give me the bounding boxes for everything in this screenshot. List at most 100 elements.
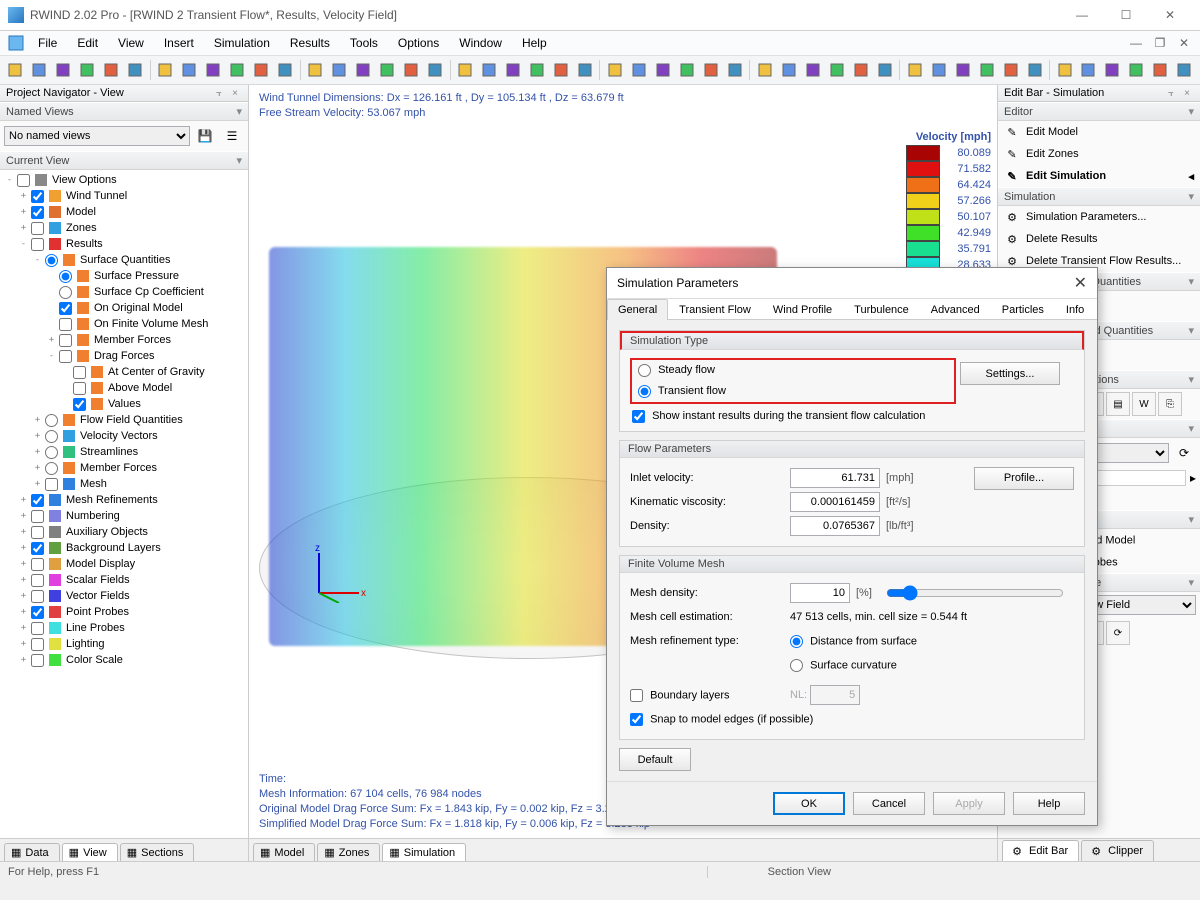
navigator-tab-data[interactable]: ▦Data bbox=[4, 843, 60, 861]
toolbar-button-13[interactable] bbox=[328, 58, 351, 82]
tree-node-view-options[interactable]: -View Options bbox=[0, 172, 248, 188]
toolbar-button-18[interactable] bbox=[454, 58, 477, 82]
close-button[interactable]: ✕ bbox=[1148, 1, 1192, 29]
tree-node-values[interactable]: Values bbox=[0, 396, 248, 412]
mesh-density-slider[interactable] bbox=[886, 585, 1064, 601]
right-tab-clipper[interactable]: ⚙Clipper bbox=[1081, 840, 1154, 861]
toolbar-button-4[interactable] bbox=[100, 58, 123, 82]
refinement-distance-radio[interactable]: Distance from surface bbox=[790, 635, 950, 648]
toolbar-button-25[interactable] bbox=[627, 58, 650, 82]
tree-node-surface-cp-coefficient[interactable]: Surface Cp Coefficient bbox=[0, 284, 248, 300]
menu-help[interactable]: Help bbox=[512, 34, 557, 52]
dialog-tab-info[interactable]: Info bbox=[1055, 299, 1095, 320]
help-button[interactable]: Help bbox=[1013, 792, 1085, 815]
toolbar-button-41[interactable] bbox=[1023, 58, 1046, 82]
tree-node-model-display[interactable]: +Model Display bbox=[0, 556, 248, 572]
menu-options[interactable]: Options bbox=[388, 34, 449, 52]
toolbar-button-16[interactable] bbox=[400, 58, 423, 82]
tree-node-line-probes[interactable]: +Line Probes bbox=[0, 620, 248, 636]
toolbar-button-9[interactable] bbox=[226, 58, 249, 82]
menu-edit[interactable]: Edit bbox=[67, 34, 108, 52]
toolbar-button-6[interactable] bbox=[154, 58, 177, 82]
toolbar-button-1[interactable] bbox=[28, 58, 51, 82]
toolbar-button-3[interactable] bbox=[76, 58, 99, 82]
toolbar-button-24[interactable] bbox=[603, 58, 626, 82]
other-option-4[interactable]: ▤ bbox=[1106, 392, 1130, 416]
viewport-canvas[interactable]: Velocity [mph] 80.08971.58264.42457.2665… bbox=[249, 127, 997, 766]
toolbar-button-26[interactable] bbox=[651, 58, 674, 82]
refinement-curvature-radio[interactable]: Surface curvature bbox=[790, 659, 950, 672]
toolbar-button-30[interactable] bbox=[753, 58, 776, 82]
dialog-tab-transient-flow[interactable]: Transient Flow bbox=[668, 299, 762, 320]
ok-button[interactable]: OK bbox=[773, 792, 845, 815]
transient-flow-radio[interactable]: Transient flow bbox=[638, 385, 726, 397]
snap-edges-checkbox[interactable]: Snap to model edges (if possible) bbox=[630, 713, 813, 726]
toolbar-button-19[interactable] bbox=[478, 58, 501, 82]
profile-button[interactable]: Profile... bbox=[974, 467, 1074, 490]
probe-button-4[interactable]: ⟳ bbox=[1106, 621, 1130, 645]
tree-node-scalar-fields[interactable]: +Scalar Fields bbox=[0, 572, 248, 588]
simtype-settings-button[interactable]: Settings... bbox=[960, 362, 1060, 385]
default-button[interactable]: Default bbox=[619, 748, 691, 771]
kinematic-viscosity-input[interactable] bbox=[790, 492, 880, 512]
toolbar-button-33[interactable] bbox=[825, 58, 848, 82]
tree-node-member-forces[interactable]: +Member Forces bbox=[0, 460, 248, 476]
toolbar-button-34[interactable] bbox=[849, 58, 872, 82]
toolbar-button-31[interactable] bbox=[777, 58, 800, 82]
dialog-tab-particles[interactable]: Particles bbox=[991, 299, 1055, 320]
tree-node-point-probes[interactable]: +Point Probes bbox=[0, 604, 248, 620]
tree-node-zones[interactable]: +Zones bbox=[0, 220, 248, 236]
mdi-minimize-button[interactable]: — bbox=[1124, 34, 1148, 52]
toolbar-button-22[interactable] bbox=[550, 58, 573, 82]
panel-close-icon[interactable]: × bbox=[1180, 87, 1194, 99]
view-options-tree[interactable]: -View Options+Wind Tunnel+Model+Zones-Re… bbox=[0, 170, 248, 838]
editor-item-edit-zones[interactable]: ✎Edit Zones bbox=[998, 143, 1200, 165]
toolbar-button-47[interactable] bbox=[1173, 58, 1196, 82]
tree-node-numbering[interactable]: +Numbering bbox=[0, 508, 248, 524]
dialog-tab-wind-profile[interactable]: Wind Profile bbox=[762, 299, 843, 320]
toolbar-button-17[interactable] bbox=[424, 58, 447, 82]
toolbar-button-11[interactable] bbox=[274, 58, 297, 82]
viewport-tab-simulation[interactable]: ▦Simulation bbox=[382, 843, 466, 861]
mdi-restore-button[interactable]: ❐ bbox=[1148, 34, 1172, 52]
toolbar-button-7[interactable] bbox=[178, 58, 201, 82]
minimize-button[interactable]: — bbox=[1060, 1, 1104, 29]
editor-item-edit-model[interactable]: ✎Edit Model bbox=[998, 121, 1200, 143]
sim-item-delete-results[interactable]: ⚙Delete Results bbox=[998, 228, 1200, 250]
dialog-tab-advanced[interactable]: Advanced bbox=[920, 299, 991, 320]
tree-node-model[interactable]: +Model bbox=[0, 204, 248, 220]
tree-node-flow-field-quantities[interactable]: +Flow Field Quantities bbox=[0, 412, 248, 428]
time-scroll-right[interactable]: ▸ bbox=[1190, 471, 1196, 485]
toolbar-button-10[interactable] bbox=[250, 58, 273, 82]
toolbar-button-36[interactable] bbox=[903, 58, 926, 82]
density-input[interactable] bbox=[790, 516, 880, 536]
tree-node-lighting[interactable]: +Lighting bbox=[0, 636, 248, 652]
tree-node-background-layers[interactable]: +Background Layers bbox=[0, 540, 248, 556]
cancel-button[interactable]: Cancel bbox=[853, 792, 925, 815]
toolbar-button-37[interactable] bbox=[927, 58, 950, 82]
navigator-tab-view[interactable]: ▦View bbox=[62, 843, 118, 861]
toolbar-button-45[interactable] bbox=[1125, 58, 1148, 82]
dialog-close-icon[interactable]: ✕ bbox=[1074, 273, 1087, 293]
tree-node-above-model[interactable]: Above Model bbox=[0, 380, 248, 396]
other-option-6[interactable]: ⎘ bbox=[1158, 392, 1182, 416]
menu-insert[interactable]: Insert bbox=[154, 34, 204, 52]
time-layer-refresh-icon[interactable]: ⟳ bbox=[1172, 441, 1196, 465]
viewport-tab-zones[interactable]: ▦Zones bbox=[317, 843, 380, 861]
other-option-5[interactable]: W bbox=[1132, 392, 1156, 416]
toolbar-button-29[interactable] bbox=[723, 58, 746, 82]
toolbar-button-42[interactable] bbox=[1053, 58, 1076, 82]
named-views-select[interactable]: No named views bbox=[4, 126, 190, 146]
toolbar-button-2[interactable] bbox=[52, 58, 75, 82]
menu-simulation[interactable]: Simulation bbox=[204, 34, 280, 52]
boundary-layers-checkbox[interactable]: Boundary layers bbox=[630, 689, 790, 702]
tree-node-mesh-refinements[interactable]: +Mesh Refinements bbox=[0, 492, 248, 508]
dialog-tab-general[interactable]: General bbox=[607, 299, 668, 320]
toolbar-button-8[interactable] bbox=[202, 58, 225, 82]
toolbar-button-20[interactable] bbox=[502, 58, 525, 82]
tree-node-on-finite-volume-mesh[interactable]: On Finite Volume Mesh bbox=[0, 316, 248, 332]
pin-icon[interactable]: ⫟ bbox=[1164, 87, 1178, 99]
steady-flow-radio[interactable]: Steady flow bbox=[638, 364, 715, 376]
tree-node-surface-quantities[interactable]: -Surface Quantities bbox=[0, 252, 248, 268]
save-view-icon[interactable]: 💾 bbox=[193, 124, 217, 148]
